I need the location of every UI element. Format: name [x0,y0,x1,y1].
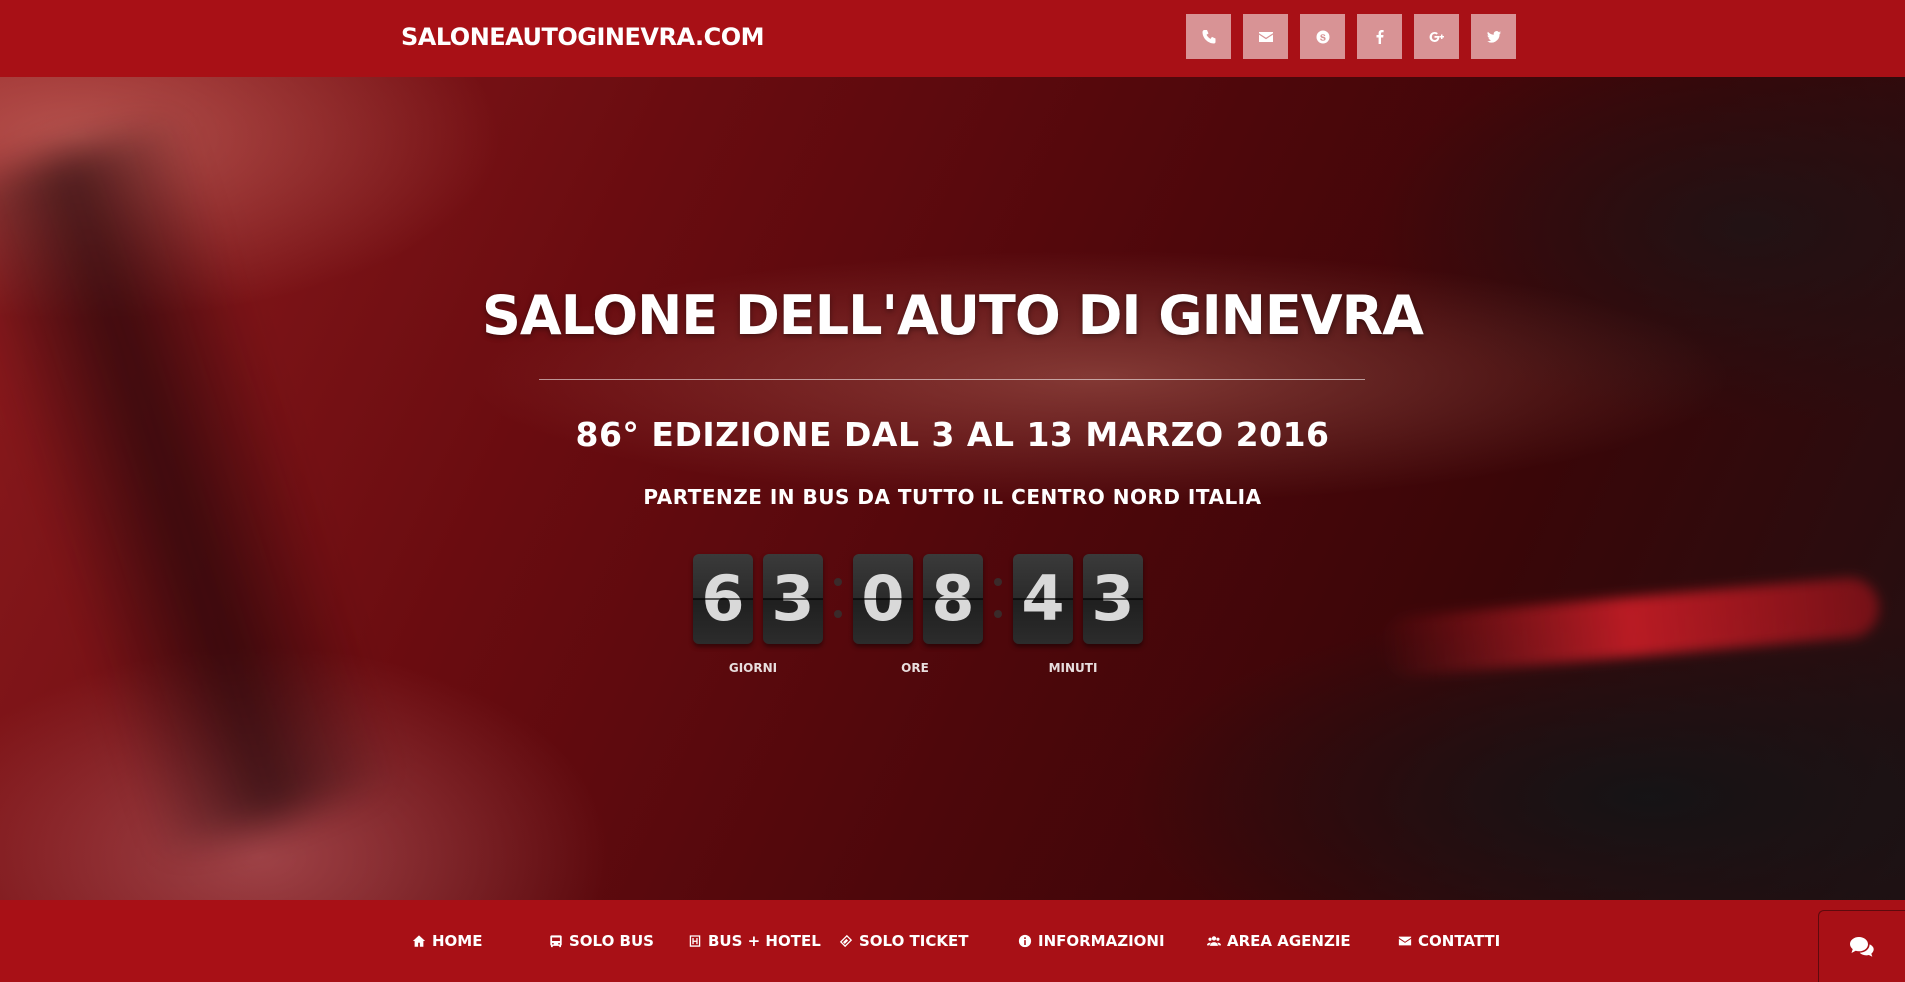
skype-icon [1316,30,1329,43]
countdown-minutes-digit: 3 [1083,554,1143,644]
skype-button[interactable] [1300,14,1345,59]
bottom-nav: HOME SOLO BUS BUS + HOTEL SOLO TICKET IN… [0,900,1905,982]
nav-item-label: AREA AGENZIE [1227,932,1351,950]
countdown-hours-digit: 0 [853,554,913,644]
nav-item-informazioni[interactable]: INFORMAZIONI [1018,931,1165,951]
nav-item-label: SOLO TICKET [859,932,969,950]
email-button[interactable] [1243,14,1288,59]
nav-item-label: HOME [432,932,483,950]
hero-taillight-glow [1378,575,1882,679]
envelope-icon [1258,31,1273,42]
hero-subtitle: 86° EDIZIONE DAL 3 AL 13 MARZO 2016 [575,415,1330,454]
google-plus-icon [1429,31,1444,42]
nav-item-solo-bus[interactable]: SOLO BUS [549,931,654,951]
facebook-button[interactable] [1357,14,1402,59]
countdown-minutes-label: MINUTI [1048,661,1098,675]
countdown-days-digit: 6 [693,554,753,644]
bus-icon [550,935,562,948]
top-bar: SALONEAUTOGINEVRA.COM [0,0,1905,77]
hero-title: SALONE DELL'AUTO DI GINEVRA [482,284,1424,347]
info-icon [1018,934,1032,948]
hero-tagline: PARTENZE IN BUS DA TUTTO IL CENTRO NORD … [643,485,1262,509]
hotel-icon [689,935,701,947]
users-icon [1207,936,1221,946]
home-icon [412,935,426,947]
chat-bubbles-icon [1850,936,1874,957]
google-plus-button[interactable] [1414,14,1459,59]
nav-item-label: SOLO BUS [569,932,654,950]
facebook-icon [1376,29,1384,44]
countdown-minutes-digit: 4 [1013,554,1073,644]
countdown-hours-label: ORE [901,661,929,675]
nav-item-home[interactable]: HOME [412,931,482,951]
site-brand[interactable]: SALONEAUTOGINEVRA.COM [401,20,764,54]
twitter-icon [1486,30,1501,43]
nav-item-label: CONTATTI [1418,932,1501,950]
nav-item-label: BUS + HOTEL [708,932,821,950]
countdown-days-digit: 3 [763,554,823,644]
nav-item-solo-ticket[interactable]: SOLO TICKET [839,931,968,951]
envelope-icon [1398,936,1412,946]
nav-item-bus-hotel[interactable]: BUS + HOTEL [688,931,821,951]
countdown-hours-digit: 8 [923,554,983,644]
countdown-separator [994,574,1002,624]
ticket-icon [839,934,853,948]
nav-item-label: INFORMAZIONI [1038,932,1165,950]
phone-button[interactable] [1186,14,1231,59]
twitter-button[interactable] [1471,14,1516,59]
nav-item-area-agenzie[interactable]: AREA AGENZIE [1207,931,1351,951]
live-chat-button[interactable] [1818,910,1905,982]
countdown-days-label: GIORNI [728,661,778,675]
nav-item-contatti[interactable]: CONTATTI [1398,931,1500,951]
phone-icon [1202,29,1215,43]
countdown-separator [834,574,842,624]
hero-divider [539,379,1365,380]
